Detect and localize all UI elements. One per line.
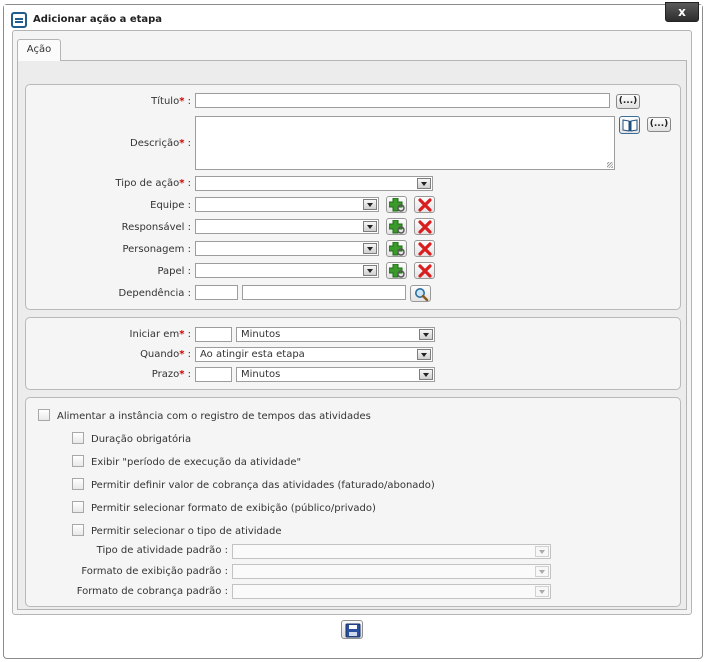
tab-acao[interactable]: Ação <box>17 39 61 61</box>
personagem-add-button[interactable] <box>386 240 407 257</box>
remove-icon <box>418 264 432 278</box>
chevron-down-icon <box>535 586 549 597</box>
prazo-unit-select[interactable]: Minutos <box>236 367 435 382</box>
formato-cobranca-padrao-select[interactable] <box>232 584 551 599</box>
equipe-add-button[interactable] <box>386 196 407 213</box>
permitir-formato-label: Permitir selecionar formato de exibição … <box>91 503 376 514</box>
tipo-acao-select[interactable] <box>195 176 433 191</box>
chevron-down-icon <box>363 221 377 232</box>
duracao-obrigatoria-checkbox[interactable] <box>72 432 84 444</box>
titlebar: Adicionar ação a etapa x <box>4 2 702 33</box>
descricao-more-button[interactable]: (...) <box>647 117 671 132</box>
alimentar-instancia-checkbox[interactable] <box>38 409 50 421</box>
chevron-down-icon <box>417 349 431 360</box>
papel-label: Papel : <box>157 266 191 277</box>
chevron-down-icon <box>419 329 433 340</box>
permitir-formato-checkbox[interactable] <box>72 501 84 513</box>
dependencia-name-input[interactable] <box>242 285 406 300</box>
responsavel-add-button[interactable] <box>386 218 407 235</box>
iniciar-em-label: Iniciar em* : <box>129 329 191 340</box>
personagem-remove-button[interactable] <box>414 240 435 257</box>
quando-label: Quando* : <box>140 349 191 360</box>
papel-select[interactable] <box>195 263 379 278</box>
quando-select[interactable]: Ao atingir esta etapa <box>195 347 433 362</box>
responsavel-remove-button[interactable] <box>414 218 435 235</box>
exibir-periodo-label: Exibir "período de execução da atividade… <box>91 457 302 468</box>
formato-exibicao-padrao-select[interactable] <box>232 564 551 579</box>
chevron-down-icon <box>419 369 433 380</box>
exibir-periodo-checkbox[interactable] <box>72 455 84 467</box>
prazo-label: Prazo* : <box>151 369 191 380</box>
permitir-tipo-checkbox[interactable] <box>72 524 84 536</box>
remove-icon <box>418 242 432 256</box>
dependencia-search-button[interactable] <box>410 285 431 302</box>
chevron-down-icon <box>535 566 549 577</box>
iniciar-em-amount-input[interactable] <box>195 327 232 342</box>
dialog-title: Adicionar ação a etapa <box>33 14 163 25</box>
chevron-down-icon <box>363 243 377 254</box>
dictionary-button[interactable] <box>619 116 640 134</box>
equipe-label: Equipe : <box>150 200 191 211</box>
add-icon <box>389 198 405 212</box>
descricao-textarea[interactable] <box>195 116 615 170</box>
formato-cobranca-padrao-label: Formato de cobrança padrão : <box>76 586 228 597</box>
search-icon <box>415 288 429 301</box>
papel-remove-button[interactable] <box>414 262 435 279</box>
add-icon <box>389 220 405 234</box>
prazo-amount-input[interactable] <box>195 367 232 382</box>
titulo-label: Título* : <box>151 96 191 107</box>
equipe-remove-button[interactable] <box>414 196 435 213</box>
tipo-atividade-padrao-select[interactable] <box>232 544 551 559</box>
permitir-cobranca-label: Permitir definir valor de cobrança das a… <box>91 480 435 491</box>
book-icon <box>622 119 638 132</box>
responsavel-label: Responsável : <box>121 222 191 233</box>
responsavel-select[interactable] <box>195 219 379 234</box>
add-icon <box>389 264 405 278</box>
dependencia-label: Dependência : <box>118 288 192 299</box>
tipo-atividade-padrao-label: Tipo de atividade padrão : <box>96 545 228 556</box>
save-icon <box>345 623 361 638</box>
chevron-down-icon <box>363 265 377 276</box>
personagem-label: Personagem : <box>122 244 191 255</box>
alimentar-instancia-label: Alimentar a instância com o registro de … <box>57 411 371 422</box>
chevron-down-icon <box>417 178 431 189</box>
add-icon <box>389 242 405 256</box>
permitir-tipo-label: Permitir selecionar o tipo de atividade <box>91 526 282 537</box>
titulo-input[interactable] <box>195 93 610 108</box>
dependencia-code-input[interactable] <box>195 285 238 300</box>
personagem-select[interactable] <box>195 241 379 256</box>
permitir-cobranca-checkbox[interactable] <box>72 478 84 490</box>
remove-icon <box>418 220 432 234</box>
chevron-down-icon <box>535 546 549 557</box>
titulo-more-button[interactable]: (...) <box>616 94 640 109</box>
papel-add-button[interactable] <box>386 262 407 279</box>
chevron-down-icon <box>363 199 377 210</box>
iniciar-em-unit-select[interactable]: Minutos <box>236 327 435 342</box>
equipe-select[interactable] <box>195 197 379 212</box>
save-button[interactable] <box>341 620 363 639</box>
close-button[interactable]: x <box>665 2 699 22</box>
tipo-acao-label: Tipo de ação* : <box>115 178 191 189</box>
remove-icon <box>418 198 432 212</box>
formato-exibicao-padrao-label: Formato de exibição padrão : <box>81 566 228 577</box>
descricao-label: Descrição* : <box>130 138 191 149</box>
duracao-obrigatoria-label: Duração obrigatória <box>91 434 192 445</box>
app-icon <box>11 12 27 28</box>
